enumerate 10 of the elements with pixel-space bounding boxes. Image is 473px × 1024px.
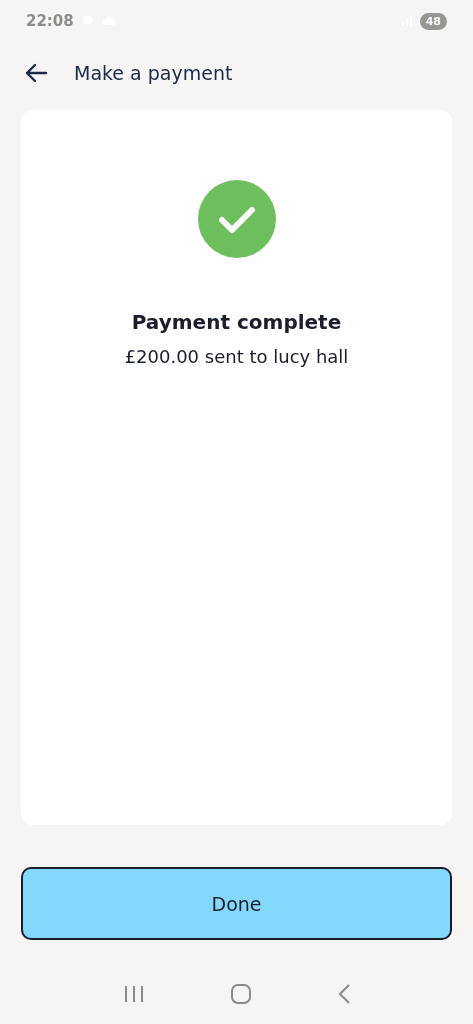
result-title: Payment complete <box>131 310 342 334</box>
result-message: £200.00 sent to lucy hall <box>124 346 349 367</box>
done-button[interactable]: Done <box>21 867 452 940</box>
status-time: 22:08 <box>26 12 74 30</box>
page-title: Make a payment <box>74 62 233 84</box>
home-icon[interactable] <box>229 983 252 1005</box>
recent-apps-icon[interactable] <box>122 984 145 1004</box>
back-icon[interactable] <box>336 983 351 1005</box>
battery-level: 48 <box>419 12 447 30</box>
back-arrow-icon[interactable] <box>24 63 48 83</box>
